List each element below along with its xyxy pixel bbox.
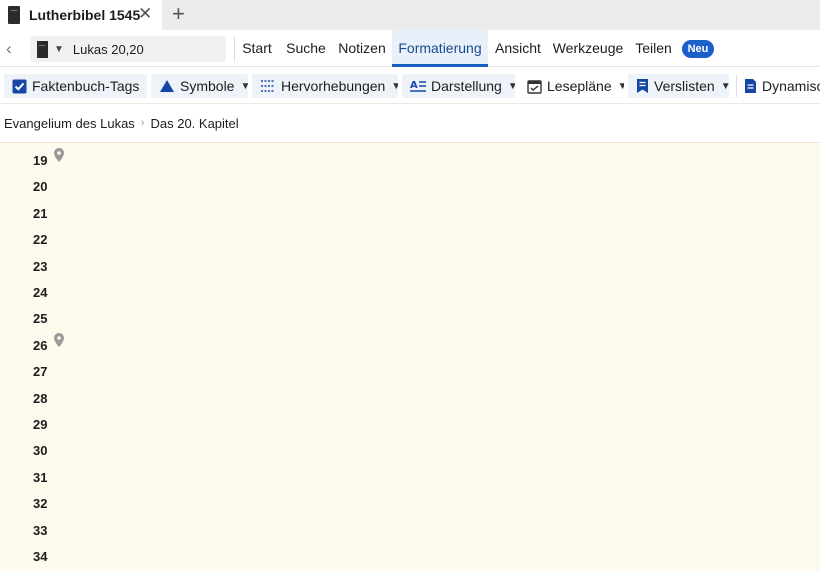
verse-number-28[interactable]: 28	[33, 391, 47, 406]
verse-number-30[interactable]: 30	[33, 443, 47, 458]
divider	[736, 75, 737, 97]
bookmark-list-icon	[636, 78, 649, 94]
verse-number-27[interactable]: 27	[33, 364, 47, 379]
menu-notizen[interactable]: Notizen	[335, 30, 389, 67]
tool-lesepläne[interactable]: Lesepläne ▼	[519, 74, 624, 98]
ribbon-bar: ‹ ▼ Lukas 20,20 Start Suche Notizen Form…	[0, 30, 820, 67]
chevron-down-icon[interactable]: ▼	[54, 44, 64, 55]
svg-text:A: A	[410, 80, 418, 91]
checkbox-icon	[12, 78, 27, 94]
tool-label: Hervorhebungen	[281, 78, 386, 94]
tool-label: Faktenbuch-Tags	[32, 78, 140, 94]
menu-werkzeuge[interactable]: Werkzeuge	[551, 30, 625, 67]
reference-input[interactable]: Lukas 20,20	[73, 42, 144, 57]
tool-label: Symbole	[180, 78, 235, 94]
verse-number-23[interactable]: 23	[33, 259, 47, 274]
location-pin-icon[interactable]	[54, 332, 64, 347]
tool-symbole[interactable]: Symbole ▼	[151, 74, 248, 98]
document-icon	[744, 78, 757, 94]
verse-number-29[interactable]: 29	[33, 417, 47, 432]
tool-label: Lesepläne	[547, 78, 612, 94]
verse-number-22[interactable]: 22	[33, 232, 47, 247]
verse-number-31[interactable]: 31	[33, 470, 47, 485]
verse-number-34[interactable]: 34	[33, 549, 47, 564]
tab-title: Lutherbibel 1545	[29, 7, 141, 23]
calendar-icon	[527, 78, 542, 94]
chevron-down-icon: ▼	[720, 80, 729, 92]
menu-formatierung[interactable]: Formatierung	[392, 30, 488, 67]
verse-number-24[interactable]: 24	[33, 285, 47, 300]
tool-hervorhebungen[interactable]: Hervorhebungen ▼	[252, 74, 398, 98]
verse-number-26[interactable]: 26	[33, 338, 47, 353]
close-icon[interactable]: ✕	[138, 5, 152, 23]
chevron-right-icon: ›	[140, 117, 145, 129]
bible-text-pane[interactable]: 19 20 21 22 23 24 25 26 27 28 29 30 31 32 33 34	[0, 142, 820, 571]
triangle-icon	[159, 78, 175, 94]
tool-darstellung[interactable]: A Darstellung ▼	[402, 74, 515, 98]
menu-ansicht[interactable]: Ansicht	[492, 30, 544, 67]
highlight-icon	[260, 78, 276, 94]
chevron-down-icon: ▼	[145, 81, 147, 92]
chevron-down-icon: ▼	[617, 80, 624, 92]
tool-label: Darstellung	[431, 78, 502, 94]
back-chevron-icon[interactable]: ‹	[6, 39, 12, 59]
chevron-down-icon: ▼	[507, 80, 515, 92]
verse-number-33[interactable]: 33	[33, 523, 47, 538]
reference-box[interactable]: ▼ Lukas 20,20	[30, 36, 226, 62]
tab-strip: Lutherbibel 1545 ✕ +	[0, 0, 820, 30]
verse-number-32[interactable]: 32	[33, 496, 47, 511]
book-icon[interactable]	[37, 40, 48, 58]
breadcrumb: Evangelium des Lukas › Das 20. Kapitel	[0, 104, 820, 142]
breadcrumb-book[interactable]: Evangelium des Lukas	[4, 116, 135, 131]
chevron-down-icon: ▼	[240, 80, 248, 92]
breadcrumb-chapter[interactable]: Das 20. Kapitel	[150, 116, 238, 131]
menu-start[interactable]: Start	[237, 30, 277, 67]
add-tab-icon[interactable]: +	[172, 2, 185, 26]
tool-label: Dynamisc	[762, 78, 820, 94]
menu-suche[interactable]: Suche	[283, 30, 329, 67]
tool-faktenbuch-tags[interactable]: Faktenbuch-Tags ▼	[4, 74, 147, 98]
tool-dynamisch[interactable]: Dynamisc	[740, 74, 820, 98]
verse-number-25[interactable]: 25	[33, 311, 47, 326]
verse-number-20[interactable]: 20	[33, 179, 47, 194]
menu-teilen[interactable]: Teilen	[631, 30, 676, 67]
chevron-down-icon: ▼	[391, 80, 398, 92]
text-format-icon: A	[410, 78, 426, 94]
book-icon	[8, 6, 20, 24]
new-badge: Neu	[682, 40, 714, 58]
divider	[234, 36, 235, 62]
verse-number-21[interactable]: 21	[33, 206, 47, 221]
verse-number-19[interactable]: 19	[33, 153, 47, 168]
tab-lutherbibel[interactable]: Lutherbibel 1545 ✕	[0, 0, 162, 30]
tool-label: Verslisten	[654, 78, 715, 94]
tool-verslisten[interactable]: Verslisten ▼	[628, 74, 729, 98]
location-pin-icon[interactable]	[54, 148, 64, 162]
formatting-toolbar: Faktenbuch-Tags ▼ Symbole ▼ Hervorhebung…	[0, 67, 820, 104]
